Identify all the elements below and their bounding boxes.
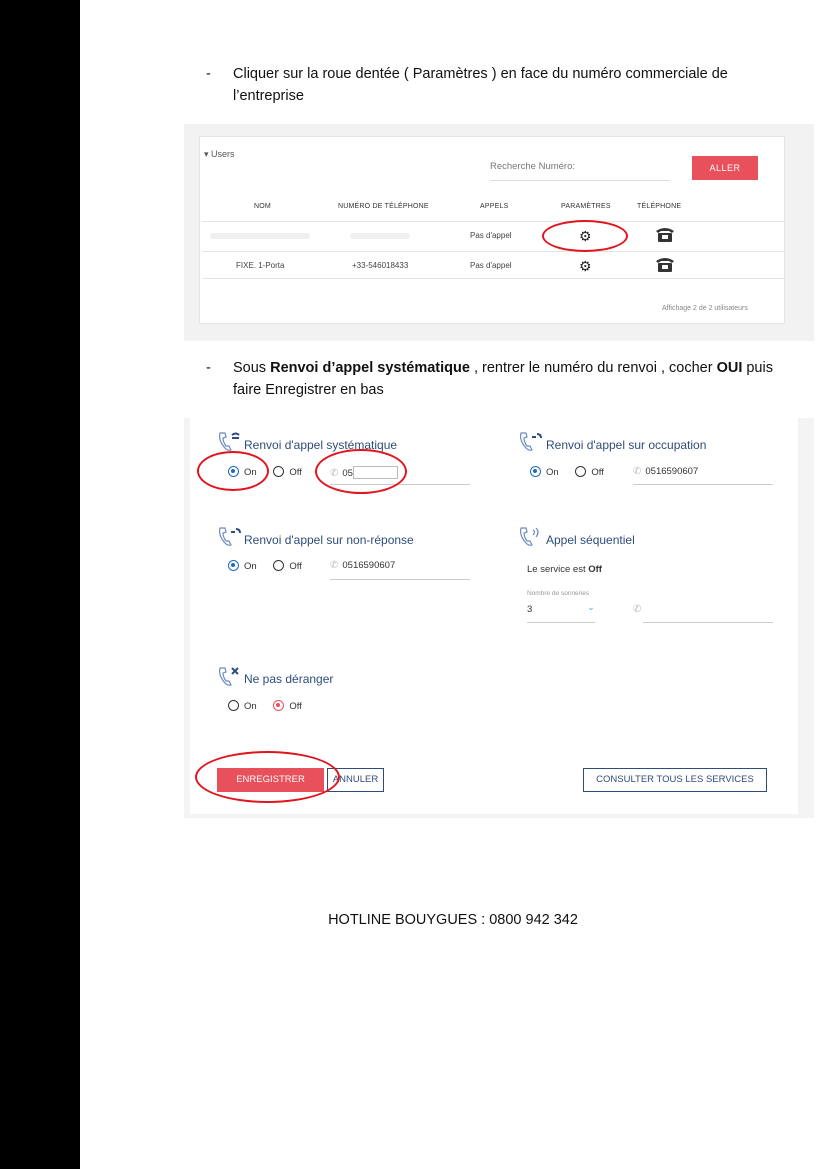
call-no-answer-icon bbox=[219, 527, 241, 546]
service-title-non-reponse: Renvoi d'appel sur non-réponse bbox=[244, 533, 414, 547]
settings-screenshot: Renvoi d'appel systématique On Off ✆ 05 R… bbox=[184, 418, 814, 818]
non-reponse-radio-group: On Off bbox=[228, 560, 316, 572]
rings-select[interactable]: 3 bbox=[527, 604, 532, 615]
text-part: Sous bbox=[233, 360, 271, 376]
all-services-button[interactable]: CONSULTER TOUS LES SERVICES bbox=[583, 768, 767, 792]
non-reponse-number-field[interactable]: ✆ 0516590607 bbox=[330, 560, 395, 571]
calls-cell: Pas d'appel bbox=[470, 261, 512, 270]
ne-pas-deranger-radio-group: On Off bbox=[228, 700, 316, 712]
instruction-text-line2: faire Enregistrer en bas bbox=[233, 382, 384, 398]
text-bold-oui: OUI bbox=[716, 360, 743, 376]
instruction-text-line2: l’entreprise bbox=[233, 88, 304, 104]
field-underline bbox=[527, 622, 595, 623]
radio-label: Off bbox=[289, 561, 302, 572]
service-title-sequentiel: Appel séquentiel bbox=[546, 533, 635, 547]
non-reponse-off-radio[interactable] bbox=[273, 560, 285, 571]
search-number-label: Recherche Numéro: bbox=[490, 161, 576, 172]
gear-icon[interactable]: ⚙ bbox=[579, 258, 592, 275]
occupation-number: 0516590607 bbox=[645, 466, 699, 477]
radio-label: On bbox=[244, 701, 257, 712]
hotline-text: HOTLINE BOUYGUES : 0800 942 342 bbox=[328, 912, 578, 928]
column-header-nom[interactable]: NOM bbox=[254, 203, 271, 210]
calls-cell: Pas d'appel bbox=[470, 231, 512, 240]
status-text: Le service est bbox=[527, 564, 589, 575]
redacted-number bbox=[350, 233, 410, 239]
column-header-appels: APPELS bbox=[480, 203, 509, 210]
highlight-circle-gear bbox=[542, 220, 628, 252]
column-header-numero[interactable]: NUMÉRO DE TÉLÉPHONE bbox=[338, 203, 429, 210]
non-reponse-on-radio[interactable] bbox=[228, 560, 239, 571]
sequential-number-field[interactable]: ✆ bbox=[633, 604, 645, 615]
table-row: Pas d'appel ⚙ bbox=[202, 221, 784, 249]
occupation-radio-group: On Off bbox=[530, 466, 618, 478]
radio-label: Off bbox=[289, 467, 302, 478]
table-row: FIXE. 1-Porta +33-546018433 Pas d'appel … bbox=[202, 251, 784, 279]
radio-label: On bbox=[244, 561, 257, 572]
telephone-icon[interactable] bbox=[655, 225, 675, 243]
call-forward-icon bbox=[219, 432, 240, 451]
column-header-parametres: PARAMÈTRES bbox=[561, 203, 611, 210]
chevron-down-icon[interactable]: ⌄ bbox=[587, 602, 595, 613]
users-screenshot: ▾ Users Recherche Numéro: ALLER NOM NUMÉ… bbox=[184, 124, 814, 341]
sequential-call-icon bbox=[520, 527, 539, 546]
text-part: puis bbox=[742, 360, 773, 376]
rings-value: 3 bbox=[527, 604, 533, 615]
instruction-text-line1: Sous Renvoi d’appel systématique , rentr… bbox=[233, 357, 803, 379]
occupation-off-radio[interactable] bbox=[575, 466, 587, 477]
users-section-label: Users bbox=[211, 149, 235, 159]
status-value: Off bbox=[588, 564, 602, 575]
sequential-status: Le service est Off bbox=[527, 564, 602, 575]
bullet-dash: - bbox=[206, 360, 211, 376]
users-section-toggle[interactable]: ▾ Users bbox=[204, 149, 235, 160]
radio-label: On bbox=[546, 467, 559, 478]
non-reponse-number: 0516590607 bbox=[342, 560, 396, 571]
phone-icon: ✆ bbox=[633, 604, 642, 615]
radio-label: Off bbox=[289, 701, 302, 712]
users-panel: ▾ Users Recherche Numéro: ALLER NOM NUMÉ… bbox=[199, 136, 785, 324]
occupation-number-field[interactable]: ✆ 0516590607 bbox=[633, 466, 698, 477]
field-underline bbox=[633, 484, 773, 485]
systematique-off-radio[interactable] bbox=[273, 466, 285, 477]
radio-label: Off bbox=[591, 467, 604, 478]
text-bold-renvoi: Renvoi d’appel systématique bbox=[270, 360, 470, 376]
service-title-ne-pas-deranger: Ne pas déranger bbox=[244, 672, 334, 686]
phone-icon: ✆ bbox=[330, 560, 339, 571]
name-cell: FIXE. 1-Porta bbox=[236, 261, 285, 270]
call-busy-icon bbox=[520, 432, 542, 451]
field-underline bbox=[643, 622, 773, 623]
page-margin-bar bbox=[0, 0, 80, 1169]
ne-pas-deranger-on-radio[interactable] bbox=[228, 700, 239, 711]
service-title-occupation: Renvoi d'appel sur occupation bbox=[546, 438, 707, 452]
occupation-on-radio[interactable] bbox=[530, 466, 541, 477]
phone-icon: ✆ bbox=[633, 466, 642, 477]
text-part: , rentrer le numéro du renvoi , cocher bbox=[469, 360, 717, 376]
redacted-name bbox=[210, 233, 310, 239]
highlight-circle-save bbox=[195, 751, 340, 803]
bullet-dash: - bbox=[206, 66, 211, 82]
do-not-disturb-icon bbox=[219, 667, 239, 686]
aller-button[interactable]: ALLER bbox=[692, 156, 758, 180]
search-number-input[interactable] bbox=[490, 180, 670, 181]
rings-label: Nombre de sonneries bbox=[527, 590, 590, 597]
column-header-telephone: TÉLÉPHONE bbox=[637, 203, 682, 210]
highlight-circle-number bbox=[315, 449, 407, 494]
instruction-text-line1: Cliquer sur la roue dentée ( Paramètres … bbox=[233, 66, 728, 82]
pagination-info: Affichage 2 de 2 utilisateurs bbox=[662, 305, 748, 312]
ne-pas-deranger-off-radio[interactable] bbox=[273, 700, 285, 711]
highlight-circle-on bbox=[197, 451, 269, 491]
field-underline bbox=[330, 579, 470, 580]
phone-number-cell: +33-546018433 bbox=[352, 261, 409, 270]
telephone-icon[interactable] bbox=[655, 255, 675, 273]
